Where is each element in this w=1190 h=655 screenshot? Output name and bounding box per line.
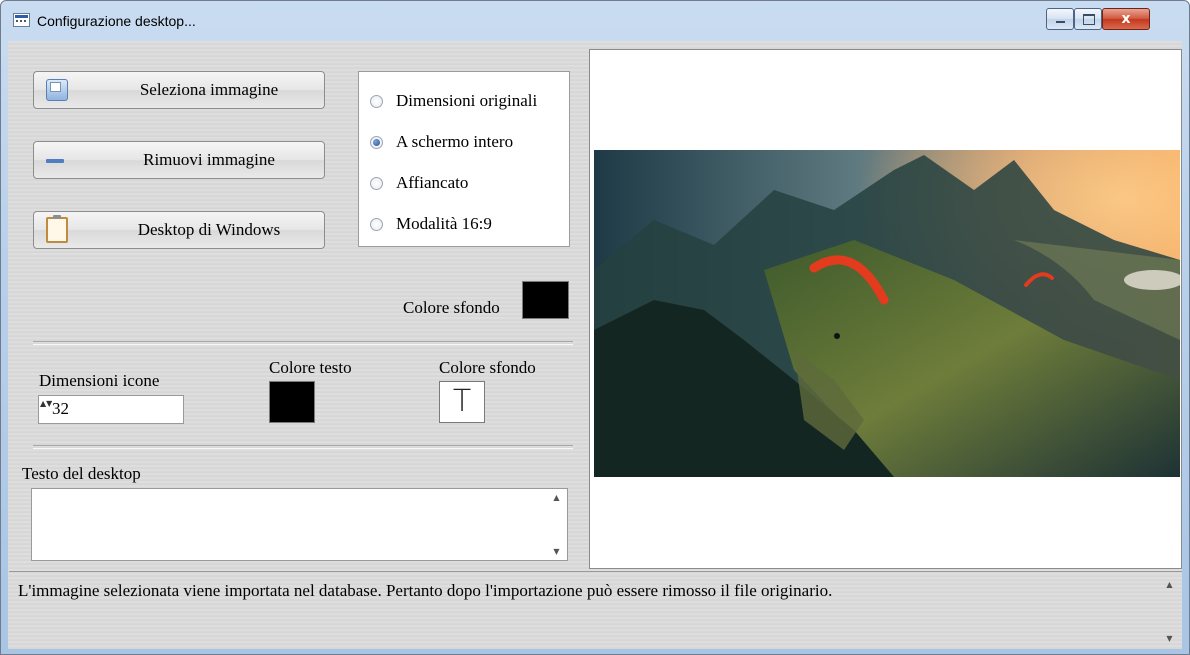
scroll-down-icon[interactable]: ▼ bbox=[548, 547, 565, 556]
radio-button-icon bbox=[370, 177, 383, 190]
separator bbox=[33, 445, 573, 449]
text-color-swatch[interactable] bbox=[269, 381, 315, 423]
app-window-icon bbox=[13, 13, 30, 27]
remove-image-button[interactable]: Rimuovi immagine bbox=[33, 141, 325, 179]
icon-size-value: 32 bbox=[52, 399, 69, 418]
radio-label: A schermo intero bbox=[396, 132, 514, 151]
select-image-button[interactable]: Seleziona immagine bbox=[33, 71, 325, 109]
windows-desktop-button[interactable]: Desktop di Windows bbox=[33, 211, 325, 249]
transparent-t-icon: T bbox=[452, 384, 472, 419]
maximize-button[interactable] bbox=[1074, 8, 1102, 30]
scroll-up-icon[interactable]: ▲ bbox=[548, 493, 565, 502]
desktop-text-area[interactable]: ▲ ▼ bbox=[31, 488, 568, 561]
icon-size-label: Dimensioni icone bbox=[39, 371, 160, 390]
background-color-swatch[interactable] bbox=[522, 281, 569, 319]
image-preview bbox=[589, 49, 1182, 569]
select-image-label: Seleziona immagine bbox=[139, 80, 279, 99]
radio-button-icon bbox=[370, 218, 383, 231]
spinner-arrows-icon[interactable]: ▲▼ bbox=[40, 398, 52, 421]
clipboard-icon bbox=[46, 215, 68, 243]
client-area: Seleziona immagine Rimuovi immagine Desk… bbox=[8, 41, 1182, 649]
icon-background-color-swatch[interactable]: T bbox=[439, 381, 485, 423]
radio-label: Dimensioni originali bbox=[396, 91, 538, 110]
radio-button-icon bbox=[370, 95, 383, 108]
preview-image bbox=[594, 150, 1180, 477]
radio-button-selected-icon bbox=[370, 136, 383, 149]
windows-desktop-label: Desktop di Windows bbox=[137, 220, 281, 239]
window: Configurazione desktop... x Seleziona im… bbox=[0, 0, 1190, 655]
info-panel: L'immagine selezionata viene importata n… bbox=[9, 571, 1182, 649]
minimize-button[interactable] bbox=[1046, 8, 1074, 30]
scroll-down-icon[interactable]: ▼ bbox=[1161, 634, 1178, 643]
scroll-up-icon[interactable]: ▲ bbox=[1161, 580, 1178, 589]
background-color-label: Colore sfondo bbox=[403, 298, 500, 317]
close-icon: x bbox=[1121, 11, 1131, 27]
info-vertical-scrollbar[interactable]: ▲ ▼ bbox=[1161, 578, 1178, 645]
separator bbox=[33, 341, 573, 345]
close-button[interactable]: x bbox=[1102, 8, 1150, 30]
radio-label: Modalità 16:9 bbox=[396, 214, 492, 233]
desktop-text-label: Testo del desktop bbox=[22, 464, 141, 483]
icon-background-color-label: Colore sfondo bbox=[439, 358, 536, 377]
window-title: Configurazione desktop... bbox=[37, 13, 196, 29]
minus-icon bbox=[46, 159, 64, 163]
text-color-label: Colore testo bbox=[269, 358, 352, 377]
display-mode-group: Dimensioni originali A schermo intero Af… bbox=[358, 71, 570, 247]
info-message: L'immagine selezionata viene importata n… bbox=[18, 581, 833, 600]
title-bar[interactable]: Configurazione desktop... x bbox=[1, 1, 1189, 41]
vertical-scrollbar[interactable]: ▲ ▼ bbox=[548, 491, 565, 558]
icon-size-spinner[interactable]: ▲▼ 32 bbox=[38, 395, 184, 424]
mountain-paraglider-image bbox=[594, 150, 1180, 477]
radio-label: Affiancato bbox=[396, 173, 469, 192]
remove-image-label: Rimuovi immagine bbox=[143, 150, 275, 169]
image-folder-icon bbox=[46, 79, 68, 101]
